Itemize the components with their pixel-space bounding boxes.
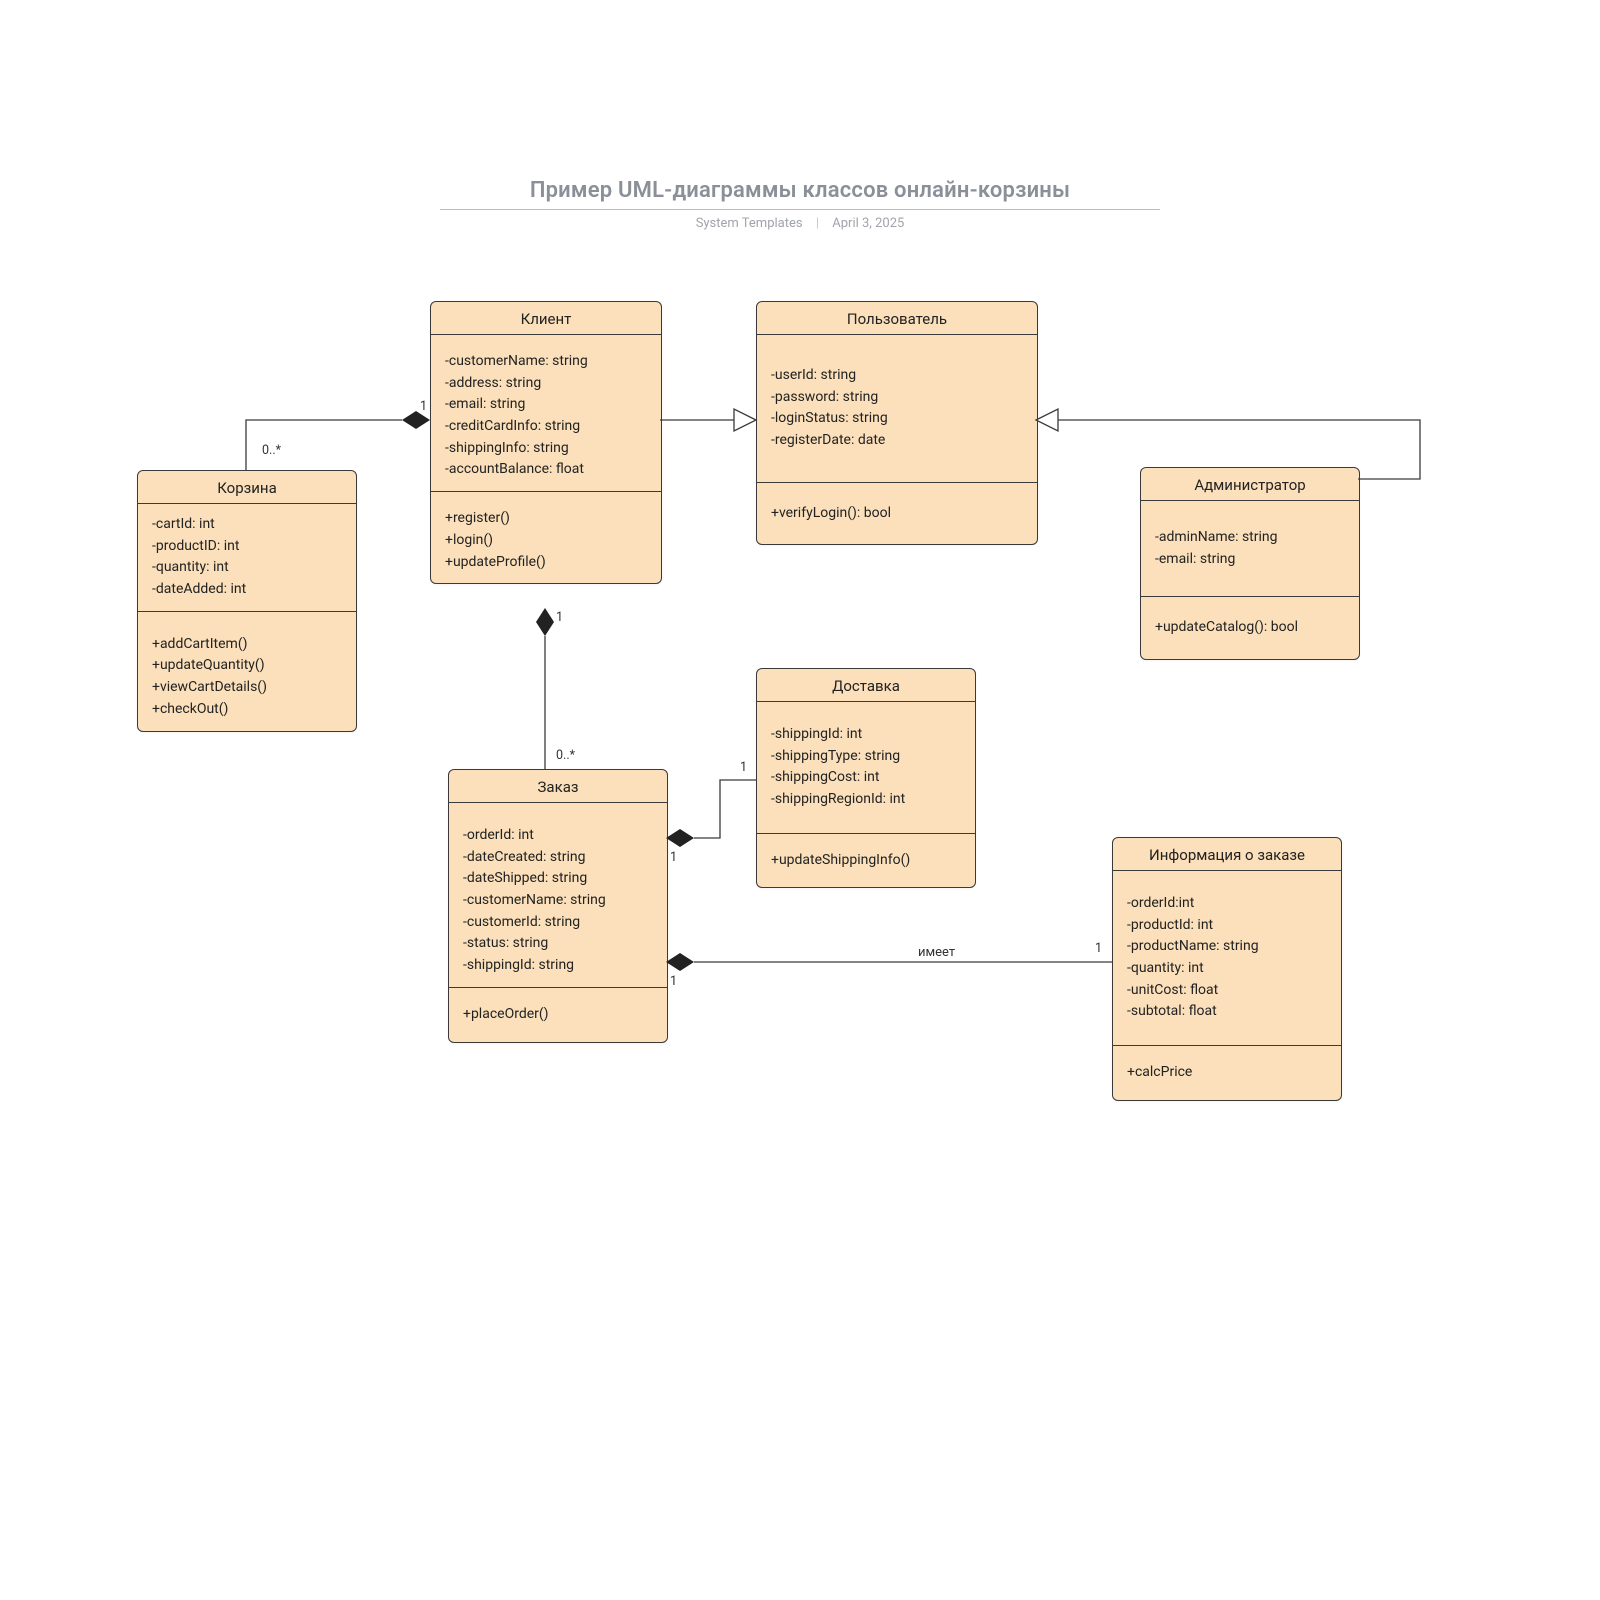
attr: -orderId: int <box>463 825 653 847</box>
diagram-subtitle: System Templates | April 3, 2025 <box>440 216 1160 231</box>
class-attributes: -cartId: int -productID: int -quantity: … <box>138 504 356 612</box>
op: +login() <box>445 530 647 552</box>
class-attributes: -userId: string -password: string -login… <box>757 335 1037 483</box>
class-attributes: -shippingId: int -shippingType: string -… <box>757 702 975 834</box>
op: +updateShippingInfo() <box>771 850 961 872</box>
multiplicity-label: 1 <box>670 974 677 989</box>
op: +register() <box>445 508 647 530</box>
op: +checkOut() <box>152 699 342 721</box>
diagram-title: Пример UML-диаграммы классов онлайн-корз… <box>440 178 1160 209</box>
attr: -loginStatus: string <box>771 408 1023 430</box>
connector <box>694 780 756 838</box>
class-operations: +updateShippingInfo() <box>757 834 975 888</box>
attr: -cartId: int <box>152 514 342 536</box>
multiplicity-label: 0..* <box>262 443 281 458</box>
multiplicity-label: 1 <box>1095 941 1102 956</box>
op: +updateQuantity() <box>152 655 342 677</box>
hollow-arrow-icon <box>1036 409 1058 431</box>
class-box-client: Клиент -customerName: string -address: s… <box>430 301 662 584</box>
op: +viewCartDetails() <box>152 677 342 699</box>
class-box-order: Заказ -orderId: int -dateCreated: string… <box>448 769 668 1043</box>
class-operations: +placeOrder() <box>449 988 667 1042</box>
attr: -productId: int <box>1127 915 1327 937</box>
attr: -password: string <box>771 387 1023 409</box>
class-attributes: -orderId: int -dateCreated: string -date… <box>449 803 667 988</box>
class-title: Информация о заказе <box>1113 838 1341 871</box>
attr: -productID: int <box>152 536 342 558</box>
op: +placeOrder() <box>463 1004 653 1026</box>
multiplicity-label: 1 <box>670 850 677 865</box>
multiplicity-label: 1 <box>556 610 563 625</box>
class-operations: +calcPrice <box>1113 1046 1341 1100</box>
class-box-shipping: Доставка -shippingId: int -shippingType:… <box>756 668 976 888</box>
class-title: Корзина <box>138 471 356 504</box>
class-title: Заказ <box>449 770 667 803</box>
subtitle-author: System Templates <box>696 216 803 231</box>
attr: -email: string <box>1155 549 1345 571</box>
subtitle-date: April 3, 2025 <box>832 216 904 231</box>
op: +addCartItem() <box>152 634 342 656</box>
attr: -dateShipped: string <box>463 868 653 890</box>
op: +verifyLogin(): bool <box>771 503 1023 525</box>
title-divider <box>440 209 1160 210</box>
attr: -shippingCost: int <box>771 767 961 789</box>
class-box-cart: Корзина -cartId: int -productID: int -qu… <box>137 470 357 732</box>
attr: -shippingRegionId: int <box>771 789 961 811</box>
class-operations: +addCartItem() +updateQuantity() +viewCa… <box>138 612 356 731</box>
op: +updateProfile() <box>445 552 647 574</box>
attr: -adminName: string <box>1155 527 1345 549</box>
attr: -shippingType: string <box>771 746 961 768</box>
attr: -dateAdded: int <box>152 579 342 601</box>
attr: -orderId:int <box>1127 893 1327 915</box>
class-operations: +register() +login() +updateProfile() <box>431 492 661 583</box>
attr: -subtotal: float <box>1127 1001 1327 1023</box>
class-attributes: -adminName: string -email: string <box>1141 501 1359 597</box>
attr: -status: string <box>463 933 653 955</box>
attr: -email: string <box>445 394 647 416</box>
attr: -accountBalance: float <box>445 459 647 481</box>
attr: -registerDate: date <box>771 430 1023 452</box>
attr: -customerId: string <box>463 912 653 934</box>
class-box-user: Пользователь -userId: string -password: … <box>756 301 1038 545</box>
attr: -shippingId: int <box>771 724 961 746</box>
attr: -productName: string <box>1127 936 1327 958</box>
attr: -quantity: int <box>152 557 342 579</box>
attr: -customerName: string <box>463 890 653 912</box>
attr: -dateCreated: string <box>463 847 653 869</box>
hollow-arrow-icon <box>734 409 756 431</box>
class-title: Пользователь <box>757 302 1037 335</box>
subtitle-separator: | <box>816 216 819 231</box>
class-operations: +updateCatalog(): bool <box>1141 597 1359 659</box>
attr: -shippingId: string <box>463 955 653 977</box>
class-title: Администратор <box>1141 468 1359 501</box>
multiplicity-label: 0..* <box>556 748 575 763</box>
class-operations: +verifyLogin(): bool <box>757 483 1037 545</box>
op: +calcPrice <box>1127 1062 1327 1084</box>
composition-diamond-icon <box>666 953 694 971</box>
diagram-canvas: Пример UML-диаграммы классов онлайн-корз… <box>0 0 1600 1600</box>
association-label: имеет <box>918 945 955 960</box>
attr: -userId: string <box>771 365 1023 387</box>
attr: -address: string <box>445 373 647 395</box>
class-title: Доставка <box>757 669 975 702</box>
attr: -customerName: string <box>445 351 647 373</box>
multiplicity-label: 1 <box>420 399 427 414</box>
class-title: Клиент <box>431 302 661 335</box>
composition-diamond-icon <box>666 829 694 847</box>
multiplicity-label: 1 <box>740 760 747 775</box>
class-attributes: -orderId:int -productId: int -productNam… <box>1113 871 1341 1046</box>
class-box-orderinfo: Информация о заказе -orderId:int -produc… <box>1112 837 1342 1101</box>
header-block: Пример UML-диаграммы классов онлайн-корз… <box>440 178 1160 231</box>
attr: -unitCost: float <box>1127 980 1327 1002</box>
class-attributes: -customerName: string -address: string -… <box>431 335 661 492</box>
op: +updateCatalog(): bool <box>1155 617 1345 639</box>
attr: -quantity: int <box>1127 958 1327 980</box>
attr: -shippingInfo: string <box>445 438 647 460</box>
attr: -creditCardInfo: string <box>445 416 647 438</box>
composition-diamond-icon <box>536 608 554 636</box>
class-box-admin: Администратор -adminName: string -email:… <box>1140 467 1360 660</box>
